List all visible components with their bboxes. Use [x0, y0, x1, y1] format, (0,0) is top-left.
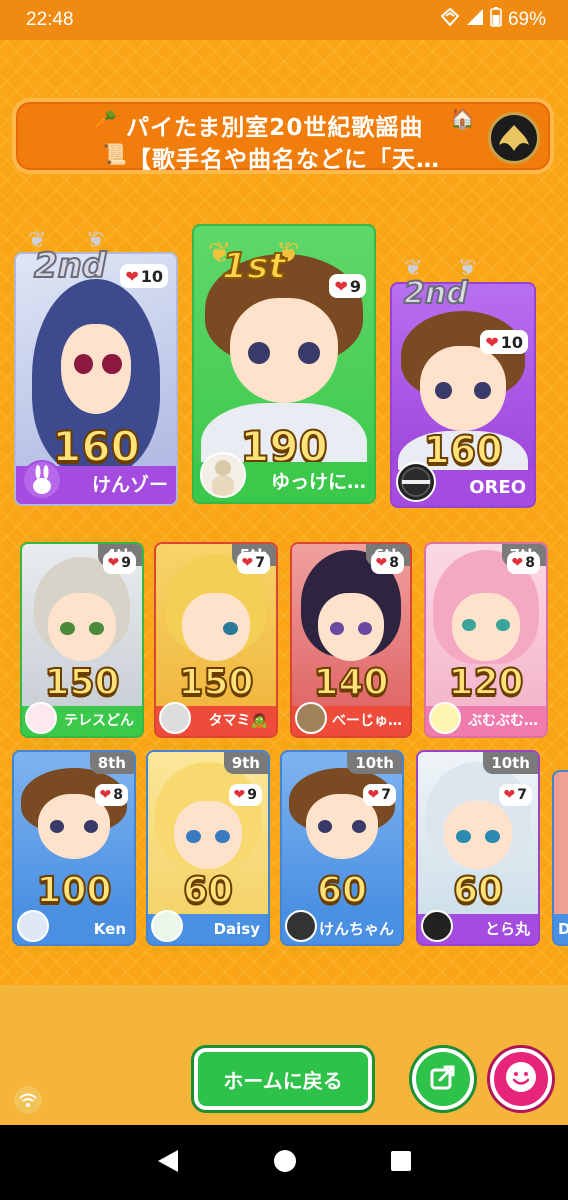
ranking-card-9th[interactable]: 9th ❤ 9 60 Daisy — [146, 750, 270, 946]
likes-count: 9 — [349, 276, 361, 296]
player-avatar — [421, 910, 453, 942]
rank-label: 10th — [347, 752, 402, 774]
player-avatar — [200, 452, 246, 498]
status-time: 22:48 — [26, 9, 74, 30]
likes-badge: ❤ 8 — [94, 784, 128, 806]
rank-label: 10th — [483, 752, 538, 774]
room-title-line1: パイたま別室20世紀歌謡曲 — [126, 115, 424, 141]
player-avatar — [159, 702, 191, 734]
rank-label: 8th — [89, 752, 134, 774]
score: 60 — [316, 869, 368, 912]
heart-icon: ❤ — [367, 787, 380, 803]
results-screen: 🥕 パイたま別室20世紀歌謡曲 🏠 📜 【歌手名や曲名などに「天… ❤ 10 1… — [0, 40, 568, 1125]
likes-badge: ❤ 9 — [329, 274, 366, 298]
ranking-card-partial[interactable]: D — [552, 770, 568, 946]
likes-badge: ❤ 7 — [236, 552, 270, 574]
heart-icon: ❤ — [99, 787, 112, 803]
likes-count: 10 — [140, 266, 163, 286]
heart-icon: ❤ — [503, 787, 516, 803]
likes-count: 9 — [247, 787, 257, 803]
score: 100 — [35, 869, 112, 912]
navigation-bar — [0, 1125, 568, 1200]
likes-badge: ❤ 7 — [362, 784, 396, 806]
room-title-banner[interactable]: 🥕 パイたま別室20世紀歌謡曲 🏠 📜 【歌手名や曲名などに「天… — [12, 98, 554, 174]
player-avatar — [22, 460, 62, 500]
player-avatar — [396, 462, 436, 502]
ranking-card-4th[interactable]: 4th ❤ 9 150 テレスどん — [20, 542, 144, 738]
vegetable-icon: 🥕 — [92, 108, 117, 132]
character-art — [554, 772, 568, 914]
heart-icon: ❤ — [485, 332, 499, 352]
heart-icon: ❤ — [334, 276, 348, 296]
ranking-card-7th[interactable]: 7th ❤ 8 120 ぶむぶむ… — [424, 542, 548, 738]
connection-icon — [14, 1086, 42, 1114]
ranking-card-10th-a[interactable]: 10th ❤ 7 60 けんちゃん — [280, 750, 404, 946]
score: 150 — [43, 661, 120, 704]
heart-icon: ❤ — [511, 555, 524, 571]
back-icon[interactable] — [156, 1148, 180, 1178]
home-button[interactable]: ホームに戻る — [194, 1048, 372, 1110]
likes-count: 8 — [525, 555, 535, 571]
room-logo — [488, 112, 540, 164]
score: 60 — [182, 869, 234, 912]
rank-medal-2nd: 2nd — [403, 275, 469, 312]
likes-badge: ❤ 10 — [120, 264, 168, 288]
ranking-card-6th[interactable]: 6th ❤ 8 140 べーじゅ… — [290, 542, 412, 738]
battery-percent: 69% — [507, 9, 546, 30]
player-avatar — [25, 702, 57, 734]
reaction-button[interactable] — [490, 1048, 552, 1110]
ranking-card-2nd-right[interactable]: ❤ 10 160 OREO — [390, 282, 536, 508]
room-title-line2: 【歌手名や曲名などに「天… — [128, 147, 440, 173]
score: 60 — [452, 869, 504, 912]
ranking-card-2nd-left[interactable]: ❤ 10 160 けんゾー — [14, 252, 178, 506]
player-name: D — [554, 914, 568, 944]
smiley-icon — [504, 1060, 538, 1098]
data-saver-icon — [440, 7, 460, 32]
ranking-card-10th-b[interactable]: 10th ❤ 7 60 とら丸 — [416, 750, 540, 946]
share-icon — [428, 1062, 458, 1096]
player-avatar — [429, 702, 461, 734]
house-icon: 🏠 — [450, 106, 475, 130]
status-icons: 69% — [440, 7, 546, 33]
heart-icon: ❤ — [107, 555, 120, 571]
likes-count: 7 — [255, 555, 265, 571]
likes-badge: ❤ 9 — [102, 552, 136, 574]
player-avatar — [17, 910, 49, 942]
recents-icon[interactable] — [390, 1150, 412, 1176]
ranking-card-8th[interactable]: 8th ❤ 8 100 Ken — [12, 750, 136, 946]
likes-count: 8 — [113, 787, 123, 803]
likes-count: 8 — [389, 555, 399, 571]
home-icon[interactable] — [273, 1149, 297, 1177]
likes-count: 7 — [517, 787, 527, 803]
signal-icon — [466, 8, 484, 32]
heart-icon: ❤ — [233, 787, 246, 803]
likes-badge: ❤ 10 — [480, 330, 528, 354]
likes-badge: ❤ 8 — [506, 552, 540, 574]
heart-icon: ❤ — [125, 266, 139, 286]
rank-label: 9th — [223, 752, 268, 774]
status-bar: 22:48 69% — [0, 0, 568, 40]
likes-count: 9 — [121, 555, 131, 571]
heart-icon: ❤ — [241, 555, 254, 571]
score: 150 — [177, 661, 254, 704]
rank-medal-1st: 1st — [221, 245, 287, 288]
player-avatar — [151, 910, 183, 942]
scroll-icon: 📜 — [102, 142, 127, 166]
heart-icon: ❤ — [375, 555, 388, 571]
share-button[interactable] — [412, 1048, 474, 1110]
likes-count: 10 — [500, 332, 523, 352]
battery-icon — [490, 7, 502, 33]
player-avatar — [285, 910, 317, 942]
ranking-card-5th[interactable]: 5th ❤ 7 150 タマミ🧟 — [154, 542, 278, 738]
player-avatar — [295, 702, 327, 734]
score: 120 — [447, 661, 524, 704]
likes-count: 7 — [381, 787, 391, 803]
likes-badge: ❤ 7 — [498, 784, 532, 806]
likes-badge: ❤ 9 — [228, 784, 262, 806]
likes-badge: ❤ 8 — [370, 552, 404, 574]
rank-medal-2nd: 2nd — [33, 245, 107, 287]
score: 140 — [312, 661, 389, 704]
